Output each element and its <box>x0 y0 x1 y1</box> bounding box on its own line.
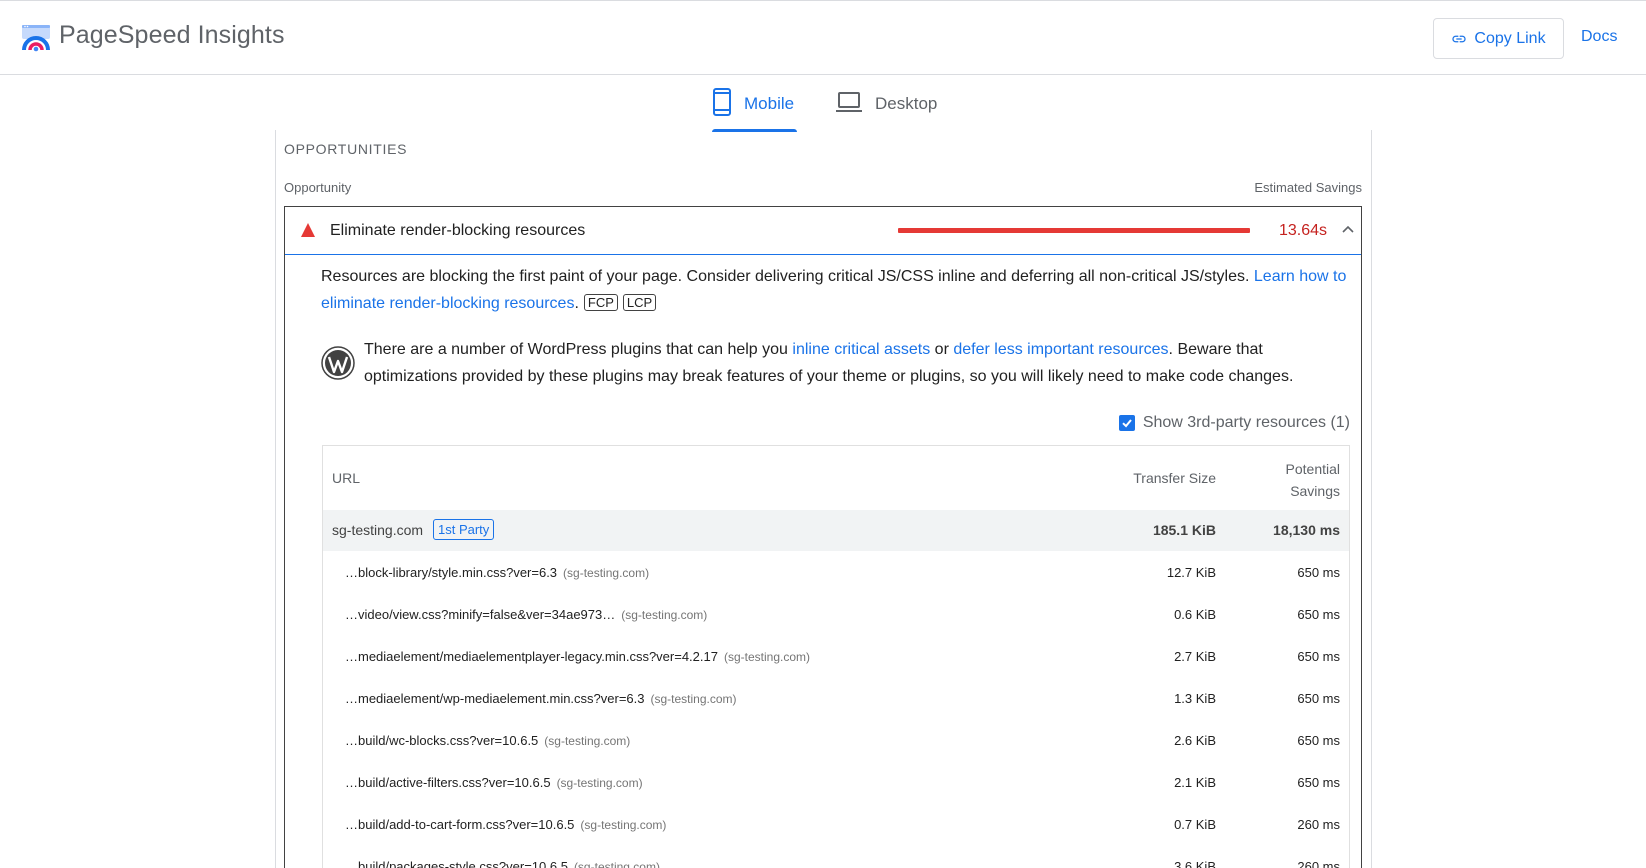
resource-url[interactable]: …mediaelement/wp-mediaelement.min.css?ve… <box>345 691 737 706</box>
resource-transfer-size: 1.3 KiB <box>1174 691 1216 706</box>
link-icon <box>1452 35 1467 42</box>
audit-header[interactable]: Eliminate render-blocking resources 13.6… <box>285 207 1361 255</box>
resource-transfer-size: 12.7 KiB <box>1166 565 1216 580</box>
resource-path: …mediaelement/wp-mediaelement.min.css?ve… <box>345 691 645 706</box>
potential-savings-column-header: Potential Savings <box>1286 458 1340 502</box>
resource-transfer-size: 2.7 KiB <box>1174 649 1216 664</box>
table-row: …build/active-filters.css?ver=10.6.5 (sg-… <box>323 761 1349 803</box>
potential-savings-line-2: Savings <box>1290 483 1340 499</box>
section-title: OPPORTUNITIES <box>284 141 408 157</box>
resource-path: …build/wc-blocks.css?ver=10.6.5 <box>345 733 539 748</box>
resource-savings: 650 ms <box>1297 607 1340 622</box>
laptop-icon <box>836 92 862 112</box>
savings-bar <box>898 228 1250 233</box>
resource-savings: 650 ms <box>1297 733 1340 748</box>
third-party-toggle[interactable]: Show 3rd-party resources (1) <box>1118 414 1350 432</box>
table-row: …mediaelement/mediaelementplayer-legacy.… <box>323 635 1349 677</box>
resource-host: (sg-testing.com) <box>544 734 631 748</box>
resource-savings: 650 ms <box>1297 775 1340 790</box>
table-row: …build/wc-blocks.css?ver=10.6.5 (sg-testi… <box>323 719 1349 761</box>
docs-link[interactable]: Docs <box>1581 28 1617 46</box>
resource-path: …block-library/style.min.css?ver=6.3 <box>345 565 558 580</box>
resource-savings: 650 ms <box>1297 649 1340 664</box>
table-row: …block-library/style.min.css?ver=6.3 (sg-… <box>323 551 1349 593</box>
tab-desktop-label: Desktop <box>875 94 938 113</box>
fail-triangle-icon <box>301 223 315 237</box>
tab-mobile-label: Mobile <box>744 94 795 113</box>
inline-critical-assets-link[interactable]: inline critical assets <box>792 341 930 358</box>
pagespeed-logo-icon <box>22 25 50 52</box>
resource-host: (sg-testing.com) <box>650 692 737 706</box>
audit-savings-value: 13.64s <box>1279 222 1328 239</box>
resource-url[interactable]: …mediaelement/mediaelementplayer-legacy.… <box>345 649 810 664</box>
resource-transfer-size: 2.1 KiB <box>1174 775 1216 790</box>
resource-transfer-size: 2.6 KiB <box>1174 733 1216 748</box>
defer-resources-link[interactable]: defer less important resources <box>953 341 1168 358</box>
resource-url[interactable]: …build/packages-style.css?ver=10.6.5 (sg-… <box>345 859 660 868</box>
resource-path: …build/add-to-cart-form.css?ver=10.6.5 <box>345 817 575 832</box>
resource-savings: 650 ms <box>1297 565 1340 580</box>
resource-path: …build/active-filters.css?ver=10.6.5 <box>345 775 551 790</box>
resource-host: (sg-testing.com) <box>563 566 650 580</box>
resource-savings: 260 ms <box>1297 859 1340 868</box>
tab-mobile[interactable]: Mobile <box>712 88 797 132</box>
resource-path: …mediaelement/mediaelementplayer-legacy.… <box>345 649 718 664</box>
entity-transfer-size: 185.1 KiB <box>1152 522 1216 538</box>
resource-path: …build/packages-style.css?ver=10.6.5 <box>345 859 568 868</box>
table-header: URL Transfer Size Potential Savings <box>323 446 1349 510</box>
third-party-checkbox[interactable] <box>1118 415 1135 431</box>
resource-transfer-size: 0.7 KiB <box>1174 817 1216 832</box>
opportunity-column-label: Opportunity <box>284 180 352 195</box>
resource-transfer-size: 0.6 KiB <box>1174 607 1216 622</box>
wordpress-hint: There are a number of WordPress plugins … <box>364 336 1354 390</box>
tab-desktop[interactable]: Desktop <box>835 88 937 132</box>
fcp-tag: FCP <box>583 294 618 311</box>
entity-group-row: sg-testing.com 1st Party 185.1 KiB 18,13… <box>323 510 1349 551</box>
resource-transfer-size: 3.6 KiB <box>1174 859 1216 868</box>
table-row: …build/packages-style.css?ver=10.6.5 (sg-… <box>323 845 1349 868</box>
audit-description: Resources are blocking the first paint o… <box>321 263 1351 317</box>
description-period: . <box>574 295 579 312</box>
audit-title: Eliminate render-blocking resources <box>330 222 586 239</box>
resource-host: (sg-testing.com) <box>580 818 667 832</box>
top-bar: PageSpeed Insights Copy Link Docs <box>0 0 1646 75</box>
resource-host: (sg-testing.com) <box>556 776 643 790</box>
audit-render-blocking: Eliminate render-blocking resources 13.6… <box>284 206 1362 868</box>
third-party-label: Show 3rd-party resources (1) <box>1142 414 1350 431</box>
checkmark-icon <box>1122 419 1132 428</box>
smartphone-icon <box>713 88 731 116</box>
resource-url[interactable]: …build/add-to-cart-form.css?ver=10.6.5 (s… <box>345 817 666 832</box>
potential-savings-line-1: Potential <box>1285 461 1340 477</box>
description-text: Resources are blocking the first paint o… <box>321 268 1254 285</box>
resource-host: (sg-testing.com) <box>723 650 811 664</box>
lcp-tag: LCP <box>622 294 657 311</box>
entity-name: sg-testing.com <box>332 522 424 538</box>
resource-url[interactable]: …build/wc-blocks.css?ver=10.6.5 (sg-testi… <box>345 733 630 748</box>
entity-savings: 18,130 ms <box>1273 522 1340 538</box>
url-column-header: URL <box>332 470 361 486</box>
estimated-savings-column-label: Estimated Savings <box>1254 180 1362 195</box>
resource-url[interactable]: …block-library/style.min.css?ver=6.3 (sg-… <box>345 565 649 580</box>
app-title: PageSpeed Insights <box>59 21 285 49</box>
resource-host: (sg-testing.com) <box>573 860 660 868</box>
resource-savings: 650 ms <box>1297 691 1340 706</box>
resource-url[interactable]: …video/view.css?minify=false&ver=34ae973… <box>345 607 707 622</box>
resource-path: …video/view.css?minify=false&ver=34ae973… <box>345 607 616 622</box>
table-row: …build/add-to-cart-form.css?ver=10.6.5 (s… <box>323 803 1349 845</box>
wp-text-2: or <box>930 341 954 358</box>
resource-url[interactable]: …build/active-filters.css?ver=10.6.5 (sg-… <box>345 775 643 790</box>
table-row: …mediaelement/wp-mediaelement.min.css?ve… <box>323 677 1349 719</box>
resource-host: (sg-testing.com) <box>621 608 708 622</box>
transfer-size-column-header: Transfer Size <box>1133 470 1216 486</box>
resources-table: URL Transfer Size Potential Savings sg-te… <box>322 445 1350 868</box>
table-row: …video/view.css?minify=false&ver=34ae973… <box>323 593 1349 635</box>
copy-link-button[interactable]: Copy Link <box>1433 18 1564 59</box>
wp-text-1: There are a number of WordPress plugins … <box>364 341 793 358</box>
first-party-badge: 1st Party <box>433 519 495 540</box>
wordpress-icon <box>321 346 355 380</box>
copy-link-label: Copy Link <box>1474 29 1546 47</box>
resource-savings: 260 ms <box>1297 817 1340 832</box>
device-tabs: Mobile Desktop <box>0 76 1646 132</box>
chevron-up-icon[interactable] <box>1340 222 1356 238</box>
